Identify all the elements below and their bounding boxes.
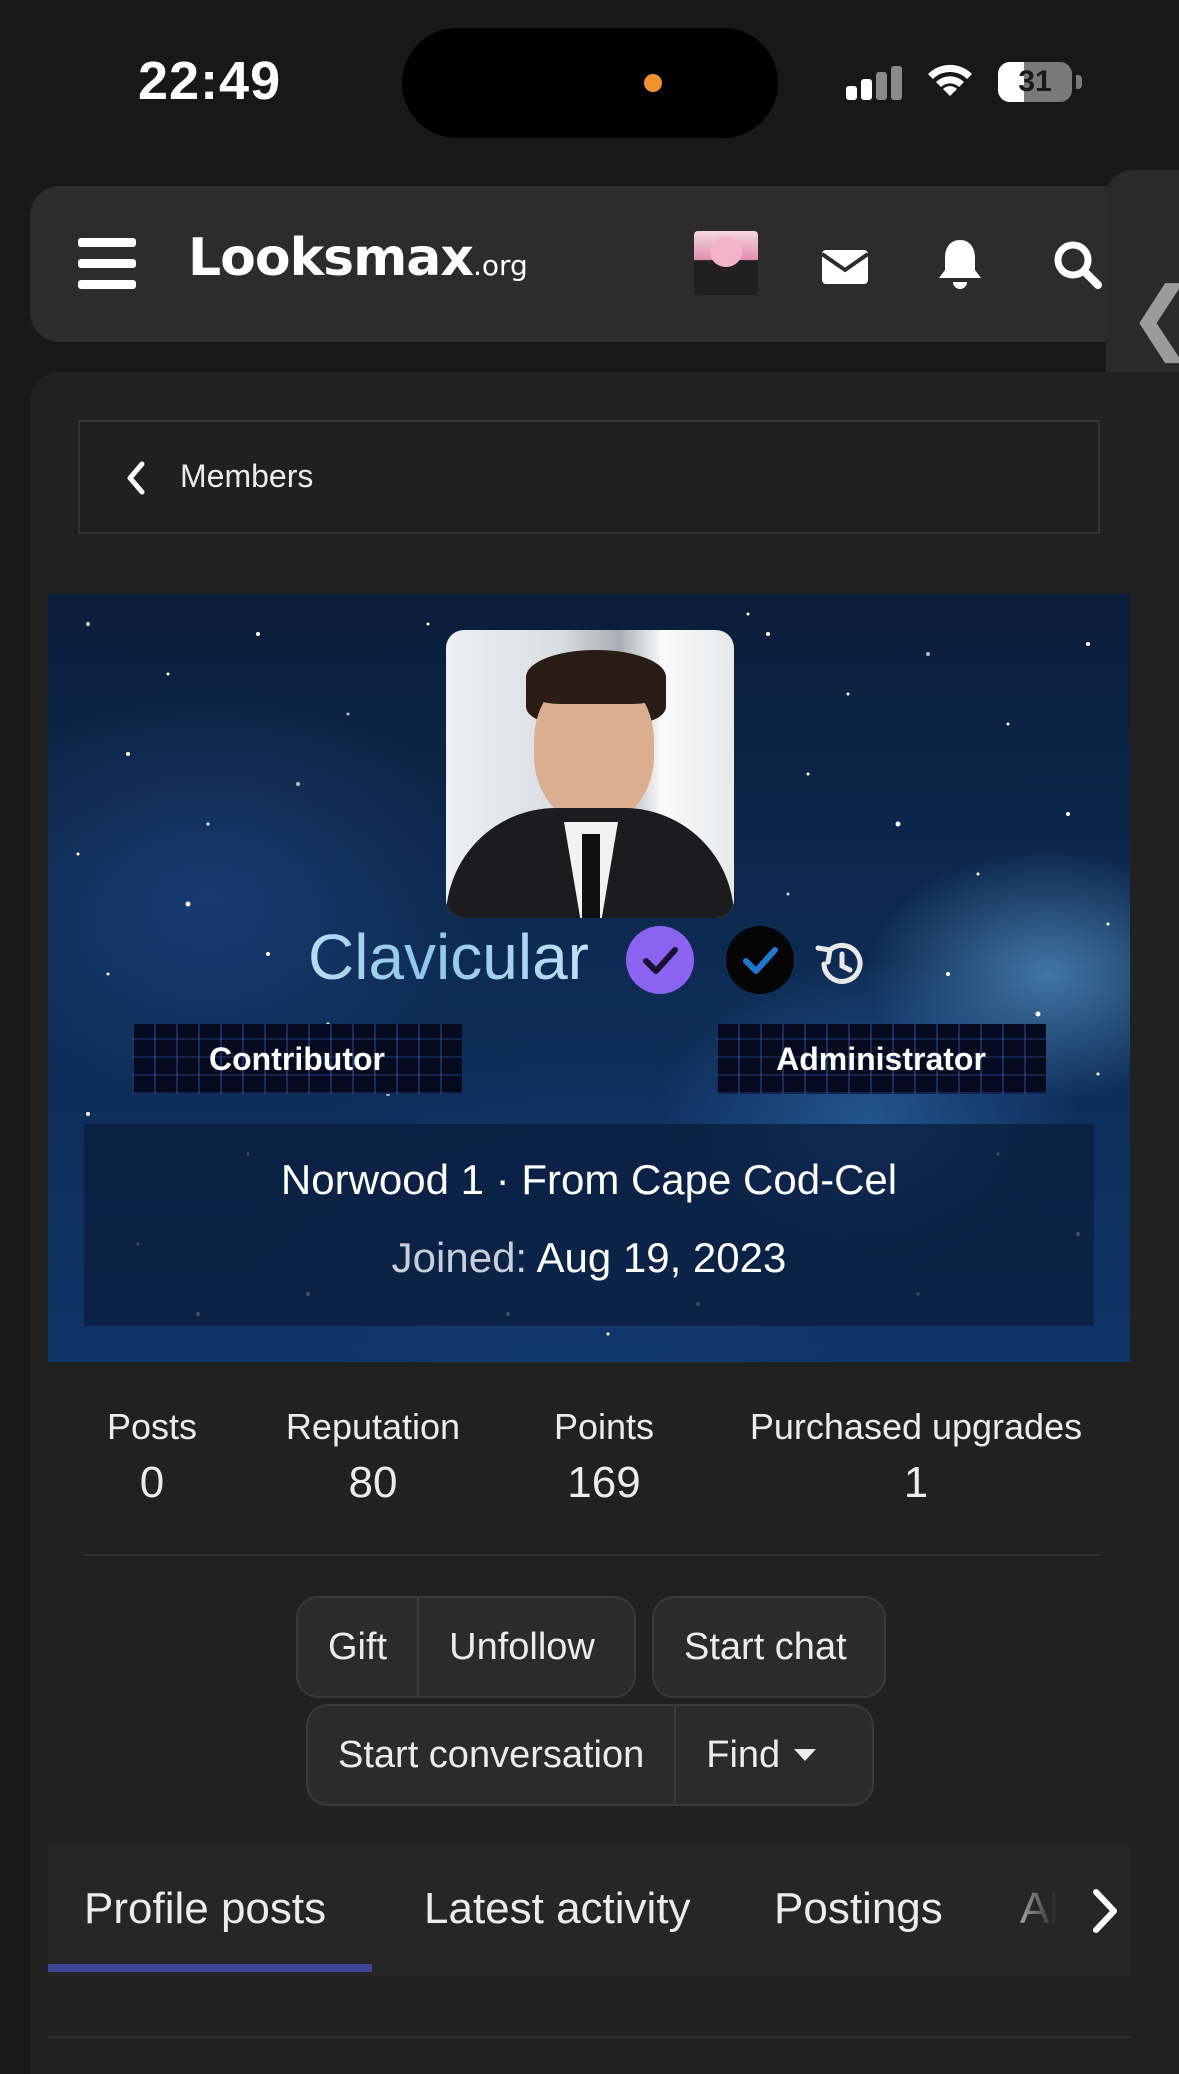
joined-label: Joined: xyxy=(391,1234,528,1281)
checkmark-badge-icon xyxy=(726,926,794,994)
mail-icon[interactable] xyxy=(820,236,870,292)
stat-label: Purchased upgrades xyxy=(749,1406,1083,1447)
user-avatar[interactable] xyxy=(694,231,758,295)
caret-down-icon xyxy=(794,1749,817,1761)
stat-posts[interactable]: Posts 0 xyxy=(84,1406,220,1508)
verified-badge-icon xyxy=(626,926,694,994)
dynamic-island xyxy=(402,28,778,138)
stat-points[interactable]: Points 169 xyxy=(536,1406,672,1508)
status-bar: 22:49 31 xyxy=(0,0,1179,165)
stat-purchased-upgrades[interactable]: Purchased upgrades 1 xyxy=(730,1406,1102,1508)
search-icon[interactable] xyxy=(1052,236,1104,292)
profile-username: Clavicular xyxy=(308,921,589,993)
stats-divider xyxy=(84,1554,1100,1556)
stat-value: 80 xyxy=(348,1458,398,1507)
battery-icon: 31 xyxy=(998,62,1072,102)
profile-card: Members Clavicular Contributor Administr… xyxy=(30,372,1179,2074)
unfollow-button[interactable]: Unfollow xyxy=(417,1598,625,1696)
stat-value: 169 xyxy=(567,1458,641,1507)
start-chat-button[interactable]: Start chat xyxy=(654,1598,877,1696)
battery-level: 31 xyxy=(1018,65,1052,98)
profile-tabs: Profile posts Latest activity Postings A… xyxy=(48,1846,1130,1976)
joined-date: Aug 19, 2023 xyxy=(536,1234,787,1281)
stat-reputation[interactable]: Reputation 80 xyxy=(266,1406,480,1508)
stat-label: Posts xyxy=(106,1406,198,1447)
breadcrumb[interactable]: Members xyxy=(78,420,1100,534)
stat-value: 0 xyxy=(139,1458,165,1507)
start-chat-group: Start chat xyxy=(652,1596,886,1698)
profile-info-box: Norwood 1 · From Cape Cod-Cel Joined: Au… xyxy=(84,1124,1094,1326)
chevron-left-icon: ❮ xyxy=(1128,270,1179,363)
chevron-right-icon[interactable] xyxy=(1088,1886,1122,1936)
profile-info-line: Norwood 1 · From Cape Cod-Cel xyxy=(280,1156,898,1203)
conversation-find-group: Start conversation Find xyxy=(306,1704,874,1806)
start-conversation-button[interactable]: Start conversation xyxy=(308,1706,674,1804)
find-dropdown-button[interactable]: Find xyxy=(674,1706,846,1804)
find-label: Find xyxy=(706,1733,781,1776)
profile-banner: Clavicular Contributor Administrator Nor… xyxy=(48,594,1130,1362)
history-icon[interactable] xyxy=(814,936,870,992)
logo-tld-text: .org xyxy=(472,249,528,282)
tab-latest-activity[interactable]: Latest activity xyxy=(424,1884,691,1934)
bell-icon[interactable] xyxy=(936,236,984,292)
logo-main-text: Looksmax xyxy=(188,228,474,288)
tab-postings[interactable]: Postings xyxy=(774,1884,943,1934)
role-banner-administrator: Administrator xyxy=(716,1024,1046,1094)
wifi-icon xyxy=(928,64,972,96)
role-banner-contributor: Contributor xyxy=(132,1024,462,1094)
profile-avatar[interactable] xyxy=(446,630,734,918)
stat-label: Reputation xyxy=(285,1406,461,1447)
status-time: 22:49 xyxy=(138,51,282,111)
menu-icon[interactable] xyxy=(78,238,136,290)
camera-indicator-dot xyxy=(644,74,662,92)
site-logo[interactable]: Looksmax.org xyxy=(188,228,528,298)
chevron-left-icon xyxy=(127,461,145,495)
site-header: Looksmax.org xyxy=(30,186,1179,342)
stat-label: Points xyxy=(553,1406,655,1447)
active-tab-indicator xyxy=(48,1964,372,1972)
battery-cap xyxy=(1076,75,1082,89)
joined-line: Joined: Aug 19, 2023 xyxy=(84,1234,1094,1282)
signal-icon xyxy=(846,66,904,100)
gift-unfollow-group: Gift Unfollow xyxy=(296,1596,636,1698)
content-divider xyxy=(48,2036,1130,2038)
breadcrumb-label: Members xyxy=(180,458,314,494)
stat-value: 1 xyxy=(903,1458,929,1507)
tab-profile-posts[interactable]: Profile posts xyxy=(84,1884,326,1934)
gift-button[interactable]: Gift xyxy=(298,1598,417,1696)
